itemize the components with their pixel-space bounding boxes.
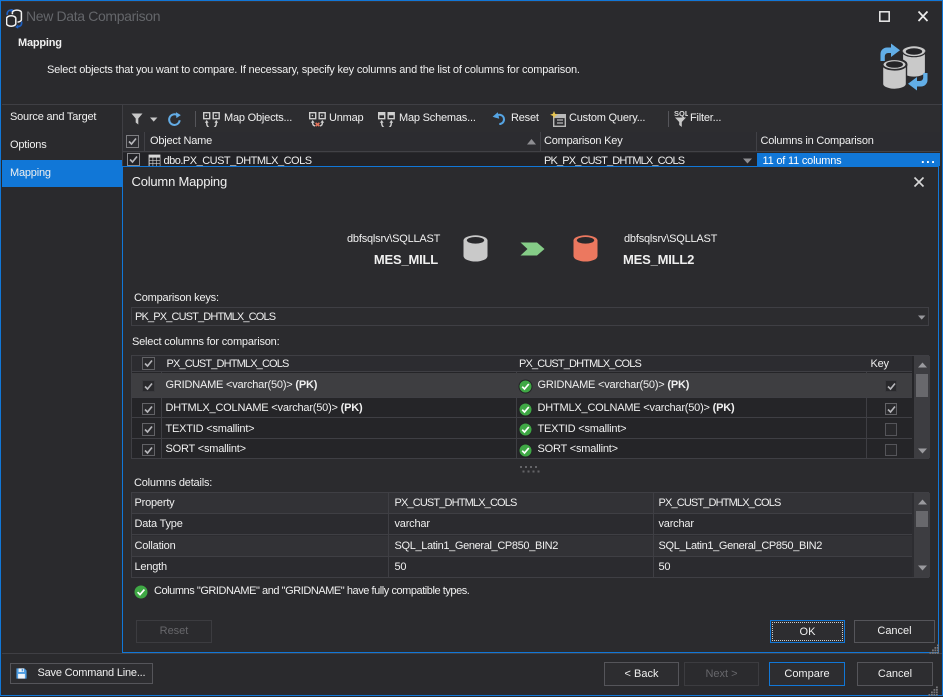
svg-text:SQL: SQL [674, 109, 688, 118]
